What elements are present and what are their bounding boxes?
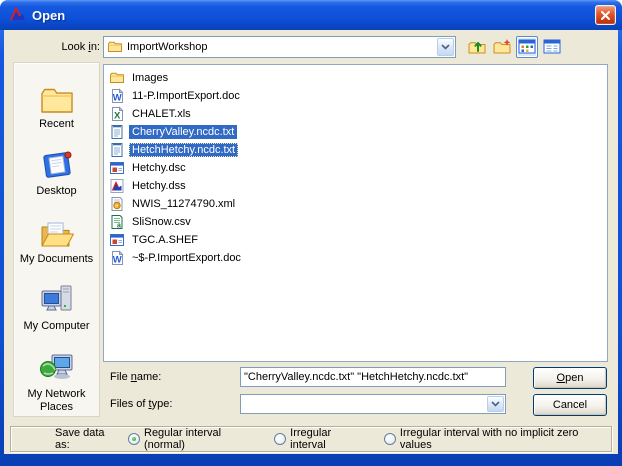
excel-icon: X: [109, 106, 125, 122]
file-item[interactable]: HetchHetchy.ncdc.txt: [109, 141, 607, 159]
file-item[interactable]: W 11-P.ImportExport.doc: [109, 87, 607, 105]
chevron-down-icon[interactable]: [487, 396, 504, 412]
file-item-label: SliSnow.csv: [132, 216, 191, 228]
radio-icon[interactable]: [274, 433, 287, 445]
file-item[interactable]: W ~$-P.ImportExport.doc: [109, 249, 607, 267]
sidebar-item-label: My Computer: [23, 320, 90, 333]
file-item[interactable]: Images: [109, 69, 607, 87]
svg-text:W: W: [113, 255, 122, 266]
file-item-label: Hetchy.dsc: [132, 162, 186, 174]
csv-icon: a: [109, 214, 125, 230]
text-file-icon: [109, 142, 125, 158]
recent-folder-icon: [40, 79, 74, 115]
radio-label: Regular interval (normal): [144, 427, 222, 451]
radio-icon[interactable]: [128, 433, 140, 445]
details-view-icon[interactable]: [541, 36, 563, 58]
sidebar-item-my-documents[interactable]: My Documents: [15, 214, 98, 281]
radio-label: Irregular interval with no implicit zero…: [399, 427, 579, 451]
window-title: Open: [32, 7, 66, 23]
file-name-label: File name:: [110, 371, 162, 383]
close-icon[interactable]: [595, 5, 616, 25]
desktop-icon: [40, 146, 74, 182]
file-item-label: CHALET.xls: [132, 108, 191, 120]
app-dss-icon: [9, 6, 27, 24]
app-window-icon: [109, 160, 125, 176]
app-window-icon: [109, 232, 125, 248]
radio-label: Irregular interval: [290, 427, 332, 451]
file-item-label: Hetchy.dss: [132, 180, 186, 192]
network-places-icon: [39, 349, 75, 385]
look-in-combobox[interactable]: ImportWorkshop: [103, 36, 456, 58]
view-toolbar: [466, 36, 563, 58]
sidebar-item-label: Recent: [39, 118, 74, 130]
places-bar: Recent Desktop My Documents My Computer …: [13, 62, 100, 417]
save-option-radio[interactable]: Regular interval (normal): [128, 427, 248, 451]
files-of-type-label: Files of type:: [110, 398, 173, 410]
file-list[interactable]: Images W 11-P.ImportExport.doc X CHALET.xls C…: [103, 64, 608, 362]
svg-text:a: a: [117, 223, 121, 230]
open-dialog-window: Open Look in: ImportWorkshop Recent Desk…: [0, 0, 622, 466]
file-item[interactable]: e NWIS_11274790.xml: [109, 195, 607, 213]
files-of-type-combobox[interactable]: [240, 394, 506, 414]
file-item-label: TGC.A.SHEF: [132, 234, 199, 246]
cancel-button[interactable]: Cancel: [533, 394, 607, 416]
file-item-label: 11-P.ImportExport.doc: [132, 90, 240, 102]
file-item-label: CherryValley.ncdc.txt: [129, 125, 238, 139]
file-item-label: Images: [132, 72, 169, 84]
xml-icon: e: [109, 196, 125, 212]
file-name-input[interactable]: [240, 367, 506, 387]
new-folder-icon[interactable]: [491, 36, 513, 58]
look-in-label: Look in:: [61, 41, 100, 53]
list-view-icon[interactable]: [516, 36, 538, 58]
save-data-as-label: Save data as:: [55, 427, 105, 451]
dialog-body: Look in: ImportWorkshop Recent Desktop M…: [4, 30, 618, 454]
title-bar[interactable]: Open: [0, 0, 622, 30]
radio-icon[interactable]: [383, 433, 396, 445]
folder-icon: [107, 39, 123, 55]
dss-icon: [109, 178, 125, 194]
word-doc-icon: W: [109, 250, 125, 266]
svg-text:W: W: [113, 93, 122, 104]
chevron-down-icon[interactable]: [437, 38, 454, 56]
sidebar-item-recent[interactable]: Recent: [15, 79, 98, 146]
open-button[interactable]: Open: [533, 367, 607, 389]
file-item[interactable]: a SliSnow.csv: [109, 213, 607, 231]
up-one-level-icon[interactable]: [466, 36, 488, 58]
file-item[interactable]: TGC.A.SHEF: [109, 231, 607, 249]
sidebar-item-label: My Network Places: [27, 387, 86, 413]
my-documents-icon: [39, 214, 75, 250]
file-item-label: NWIS_11274790.xml: [132, 198, 236, 210]
folder-icon: [109, 70, 125, 86]
file-item[interactable]: Hetchy.dss: [109, 177, 607, 195]
look-in-value: ImportWorkshop: [127, 41, 208, 53]
save-option-radio[interactable]: Irregular interval: [274, 427, 358, 451]
file-item[interactable]: CherryValley.ncdc.txt: [109, 123, 607, 141]
svg-text:X: X: [114, 111, 121, 122]
sidebar-item-label: My Documents: [19, 252, 94, 265]
file-item[interactable]: X CHALET.xls: [109, 105, 607, 123]
text-file-icon: [109, 124, 125, 140]
file-item-label: HetchHetchy.ncdc.txt: [129, 143, 239, 157]
file-item-label: ~$-P.ImportExport.doc: [132, 252, 241, 264]
svg-text:e: e: [115, 204, 118, 210]
sidebar-item-my-computer[interactable]: My Computer: [15, 281, 98, 348]
sidebar-item-my-network-places[interactable]: My Network Places: [15, 349, 98, 416]
sidebar-item-label: Desktop: [36, 185, 77, 198]
word-doc-icon: W: [109, 88, 125, 104]
sidebar-item-desktop[interactable]: Desktop: [15, 146, 98, 213]
my-computer-icon: [39, 281, 75, 317]
save-option-radio[interactable]: Irregular interval with no implicit zero…: [383, 427, 585, 451]
save-data-as-panel: Save data as: Regular interval (normal) I…: [10, 426, 612, 452]
file-item[interactable]: Hetchy.dsc: [109, 159, 607, 177]
